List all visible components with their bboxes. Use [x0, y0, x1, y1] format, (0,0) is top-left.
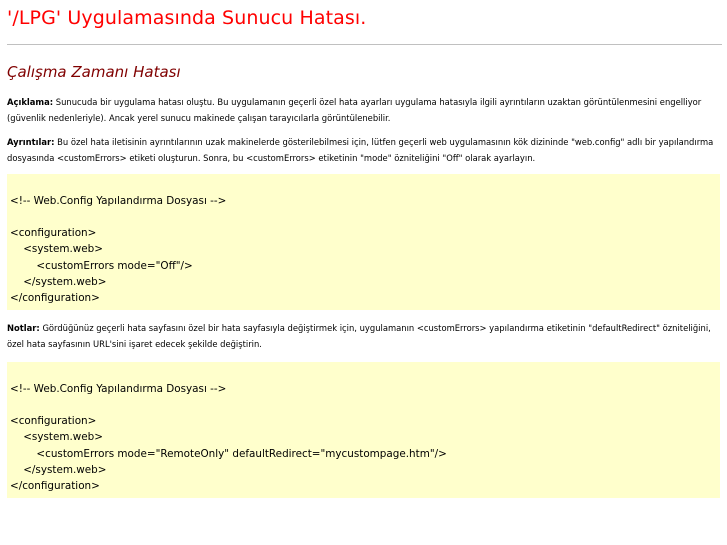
- details-text: Bu özel hata iletisinin ayrıntılarının u…: [7, 137, 714, 163]
- details-paragraph: Ayrıntılar: Bu özel hata iletisinin ayrı…: [7, 134, 719, 166]
- code-line: <!-- Web.Config Yapılandırma Dosyası -->: [10, 383, 227, 395]
- code-line: <system.web>: [10, 243, 103, 255]
- description-label: Açıklama:: [7, 97, 54, 107]
- config-code-block-off: <!-- Web.Config Yapılandırma Dosyası -->…: [7, 174, 720, 310]
- title-divider: [7, 44, 722, 45]
- code-line: </configuration>: [10, 292, 100, 304]
- code-line: <configuration>: [10, 227, 97, 239]
- code-line: </system.web>: [10, 276, 107, 288]
- error-page: '/LPG' Uygulamasında Sunucu Hatası. Çalı…: [0, 0, 727, 545]
- code-line: <configuration>: [10, 415, 97, 427]
- code-line: <customErrors mode="RemoteOnly" defaultR…: [10, 448, 447, 460]
- code-line: </system.web>: [10, 464, 107, 476]
- description-text: Sunucuda bir uygulama hatası oluştu. Bu …: [7, 97, 702, 123]
- description-paragraph: Açıklama: Sunucuda bir uygulama hatası o…: [7, 94, 719, 126]
- notes-label: Notlar:: [7, 323, 40, 333]
- details-label: Ayrıntılar:: [7, 137, 55, 147]
- code-line: <system.web>: [10, 431, 103, 443]
- config-code-block-remoteonly: <!-- Web.Config Yapılandırma Dosyası -->…: [7, 362, 720, 498]
- code-line: <!-- Web.Config Yapılandırma Dosyası -->: [10, 195, 227, 207]
- error-subtitle: Çalışma Zamanı Hatası: [7, 63, 181, 81]
- code-line: <customErrors mode="Off"/>: [10, 260, 193, 272]
- code-line: </configuration>: [10, 480, 100, 492]
- page-title: '/LPG' Uygulamasında Sunucu Hatası.: [7, 7, 367, 29]
- notes-paragraph: Notlar: Gördüğünüz geçerli hata sayfasın…: [7, 320, 719, 352]
- notes-text: Gördüğünüz geçerli hata sayfasını özel b…: [7, 323, 711, 349]
